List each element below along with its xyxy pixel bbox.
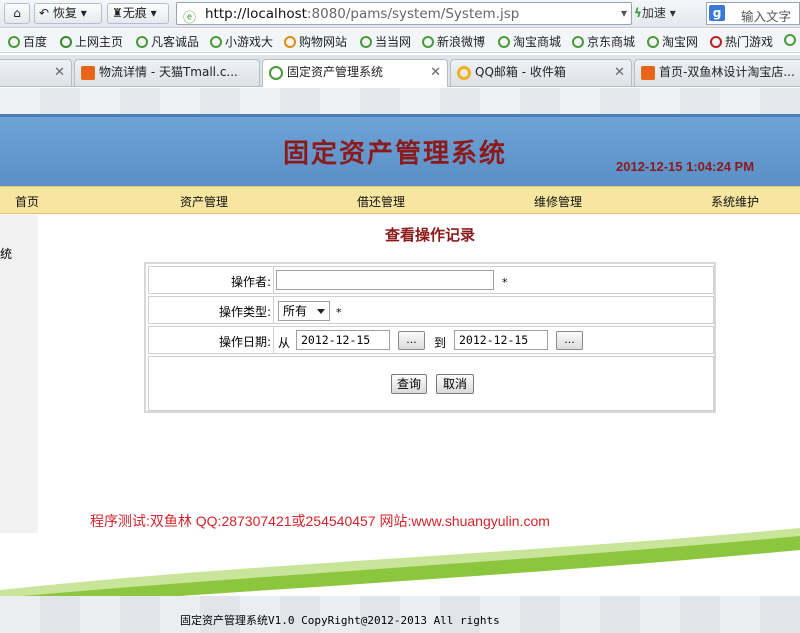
incognito-icon: ♜ <box>112 6 123 20</box>
back-arrow-icon: ↶ <box>39 6 50 20</box>
bookmark-item[interactable]: 京东商城 <box>572 33 635 50</box>
bookmark-item[interactable]: 淘宝网 <box>647 33 698 50</box>
ie-icon <box>498 36 510 48</box>
ie-icon <box>647 36 659 48</box>
top-strip <box>0 88 800 114</box>
bookmark-item[interactable]: 淘宝商城 <box>498 33 561 50</box>
close-icon[interactable]: ✕ <box>54 60 65 85</box>
required-mark: * <box>336 306 342 319</box>
search-placeholder: 输入文字 <box>741 9 792 24</box>
speed-label: 加速 <box>641 6 666 20</box>
section-title: 查看操作记录 <box>384 226 475 244</box>
search-form: 操作者: * 操作类型: 所有 * 操作日期: 从 2012-12-15 ...… <box>144 262 716 413</box>
sidebar: 统 <box>0 215 38 533</box>
url-host: http://localhost <box>205 6 307 22</box>
bookmark-item[interactable] <box>784 33 799 47</box>
shopping-icon <box>284 36 296 48</box>
tab-qqmail[interactable]: QQ邮箱 - 收件箱 ✕ <box>450 59 632 86</box>
nav-assets[interactable]: 资产管理 <box>180 193 228 210</box>
tab-prev[interactable]: ✕ <box>0 59 72 86</box>
footer-copyright: 固定资产管理系统V1.0 CopyRight@2012-2013 All rig… <box>180 614 500 627</box>
bookmark-item[interactable]: 凡客诚品 <box>136 33 199 50</box>
sidebar-label[interactable]: 统 <box>0 245 12 262</box>
date-to-input[interactable]: 2012-12-15 <box>454 330 548 350</box>
address-bar[interactable]: ⓔ http://localhost:8080/pams/system/Syst… <box>176 2 632 26</box>
cancel-button[interactable]: 取消 <box>436 374 474 394</box>
tab-shuangyulin[interactable]: 首页-双鱼林设计淘宝店... <box>634 59 800 86</box>
ie-icon <box>422 36 434 48</box>
date-from-input[interactable]: 2012-12-15 <box>296 330 390 350</box>
date-row: 操作日期: 从 2012-12-15 ... 到 2012-12-15 ... <box>148 326 714 354</box>
bookmark-item[interactable]: 购物网站 <box>284 33 347 50</box>
close-icon[interactable]: ✕ <box>430 60 441 85</box>
required-mark: * <box>502 276 508 289</box>
bookmark-item[interactable]: 热门游戏 <box>710 33 773 50</box>
operator-input[interactable] <box>276 270 494 290</box>
ie-icon <box>572 36 584 48</box>
type-label: 操作类型: <box>218 305 271 319</box>
type-select-value: 所有 <box>283 304 308 318</box>
ie-icon <box>8 36 20 48</box>
search-box[interactable]: g 输入文字 <box>706 2 800 25</box>
operator-row: 操作者: * <box>148 266 714 294</box>
page-icon: ⓔ <box>183 11 197 26</box>
ie-icon <box>136 36 148 48</box>
bookmarks-bar: 百度 上网主页 凡客诚品 小游戏大 购物网站 当当网 新浪微博 淘宝商城 京东商… <box>0 29 800 53</box>
page-content: 固定资产管理系统 2012-12-15 1:04:24 PM 首页 资产管理 借… <box>0 88 800 633</box>
to-label: 到 <box>434 336 447 350</box>
nav-repair[interactable]: 维修管理 <box>534 193 582 210</box>
ie-icon <box>360 36 372 48</box>
tab-active-system[interactable]: 固定资产管理系统 ✕ <box>262 59 448 87</box>
bookmark-item[interactable]: 上网主页 <box>60 33 123 50</box>
date-label: 操作日期: <box>218 335 271 349</box>
url-path: :8080/pams/system/System.jsp <box>306 6 520 22</box>
type-row: 操作类型: 所有 * <box>148 296 714 324</box>
search-engine-icon: g <box>709 5 725 21</box>
bookmark-item[interactable]: 百度 <box>8 33 47 50</box>
home-icon: ⌂ <box>13 6 21 20</box>
close-icon[interactable]: ✕ <box>614 60 625 85</box>
operator-label: 操作者: <box>230 275 271 289</box>
speed-button[interactable]: ϟ加速 ▾ <box>634 3 700 24</box>
home-page-icon <box>60 36 72 48</box>
restore-label: 恢复 <box>52 6 77 20</box>
dropdown-arrow-icon <box>317 309 325 314</box>
lightning-icon: ϟ <box>634 6 642 20</box>
from-label: 从 <box>278 336 291 350</box>
ie-icon <box>784 34 796 46</box>
taobao-icon <box>641 66 655 80</box>
bookmark-item[interactable]: 新浪微博 <box>422 33 485 50</box>
main-nav: 首页 资产管理 借还管理 维修管理 系统维护 <box>0 186 800 214</box>
browser-toolbar: ⌂ ↶ 恢复 ▾ ♜无痕 ▾ ⓔ http://localhost:8080/p… <box>0 0 800 28</box>
nav-home[interactable]: 首页 <box>15 193 39 210</box>
query-button[interactable]: 查询 <box>391 374 427 394</box>
restore-button[interactable]: ↶ 恢复 ▾ <box>34 3 102 24</box>
date-from-picker-button[interactable]: ... <box>398 331 425 350</box>
ie-icon <box>210 36 222 48</box>
action-row: 查询 取消 <box>148 356 714 411</box>
nav-system[interactable]: 系统维护 <box>711 193 759 210</box>
nav-borrow[interactable]: 借还管理 <box>357 193 405 210</box>
url-text: http://localhost:8080/pams/system/System… <box>205 6 519 22</box>
tab-strip: ✕ 物流详情 - 天猫Tmall.c... 固定资产管理系统 ✕ QQ邮箱 - 收… <box>0 55 800 87</box>
bookmark-item[interactable]: 当当网 <box>360 33 411 50</box>
header-banner: 固定资产管理系统 2012-12-15 1:04:24 PM <box>0 114 800 186</box>
tmall-icon <box>81 66 95 80</box>
no-trace-button[interactable]: ♜无痕 ▾ <box>107 3 169 24</box>
date-to-picker-button[interactable]: ... <box>556 331 583 350</box>
type-select[interactable]: 所有 <box>278 301 330 321</box>
game-icon <box>710 36 722 48</box>
tab-tmall[interactable]: 物流详情 - 天猫Tmall.c... <box>74 59 260 86</box>
bookmark-item[interactable]: 小游戏大 <box>210 33 273 50</box>
home-button[interactable]: ⌂ <box>4 3 30 24</box>
qq-mail-icon <box>457 66 471 80</box>
ie-icon <box>269 66 283 80</box>
no-trace-label: 无痕 <box>122 6 147 20</box>
clock: 2012-12-15 1:04:24 PM <box>616 159 755 174</box>
url-dropdown-icon[interactable]: ▾ <box>621 6 627 20</box>
